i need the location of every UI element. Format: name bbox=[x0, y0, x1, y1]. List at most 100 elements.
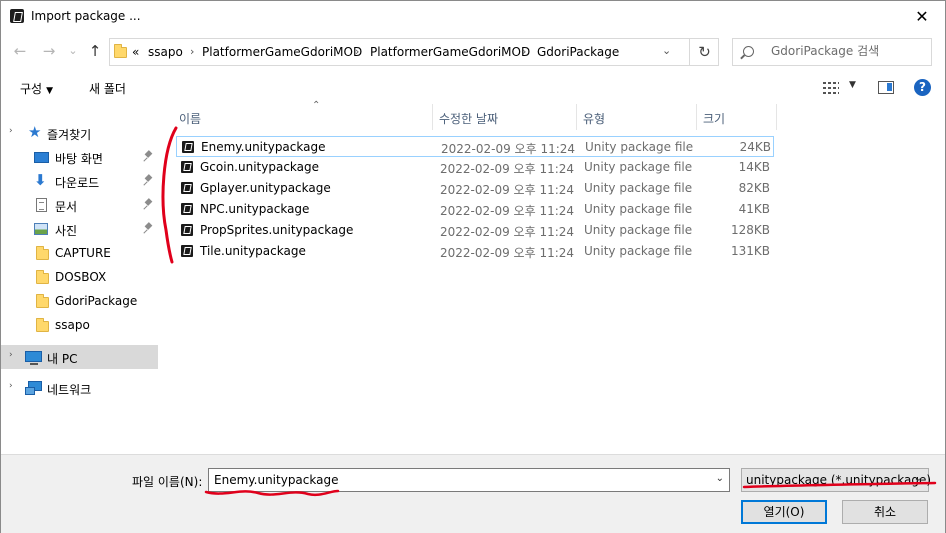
file-row[interactable]: Gplayer.unitypackage 2022-02-09 오후 11:24… bbox=[176, 178, 774, 199]
new-folder-button[interactable]: 새 폴더 bbox=[89, 80, 126, 97]
chevron-down-icon[interactable]: ⌄ bbox=[716, 473, 724, 484]
title-bar: Import package ... ✕ bbox=[1, 1, 945, 32]
file-type: Unity package file bbox=[584, 160, 693, 174]
folder-icon bbox=[114, 44, 127, 58]
breadcrumb-ssapo[interactable]: ssapo bbox=[148, 45, 183, 59]
file-date: 2022-02-09 오후 11:24 bbox=[440, 246, 575, 260]
file-name: Enemy.unitypackage bbox=[201, 140, 326, 154]
breadcrumb-overflow[interactable]: « bbox=[132, 45, 139, 59]
file-list: 이름 ⌃ 수정한 날짜 유형 크기 Enemy.unitypackage 202… bbox=[159, 100, 945, 454]
view-options-icon[interactable] bbox=[823, 81, 839, 95]
nav-item-capture[interactable]: CAPTURE bbox=[1, 241, 158, 265]
address-history-chevron-icon[interactable]: ⌄ bbox=[662, 44, 671, 57]
caret-down-icon[interactable]: ▼ bbox=[849, 80, 856, 90]
file-row[interactable]: Tile.unitypackage 2022-02-09 오후 11:24 Un… bbox=[176, 241, 774, 262]
column-label: 이름 bbox=[179, 112, 202, 126]
address-bar[interactable]: « ssapo › PlatformerGameGdoriMOD › Platf… bbox=[109, 38, 719, 66]
unity-app-icon bbox=[10, 9, 24, 23]
document-icon bbox=[36, 198, 47, 212]
help-icon[interactable]: ? bbox=[914, 79, 931, 96]
file-type: Unity package file bbox=[584, 202, 693, 216]
nav-label: ssapo bbox=[55, 318, 90, 332]
expander-icon[interactable]: › bbox=[9, 126, 13, 136]
filetype-select[interactable]: unitypackage (*.unitypackage) ⌄ bbox=[741, 468, 931, 492]
file-row[interactable]: PropSprites.unitypackage 2022-02-09 오후 1… bbox=[176, 220, 774, 241]
column-header-type[interactable]: 유형 bbox=[577, 104, 697, 130]
file-type: Unity package file bbox=[585, 140, 694, 154]
nav-item-ssapo[interactable]: ssapo bbox=[1, 313, 158, 337]
chevron-down-icon: ⌄ bbox=[913, 473, 922, 484]
file-date: 2022-02-09 오후 11:24 bbox=[440, 183, 575, 197]
nav-label: 네트워크 bbox=[47, 383, 92, 397]
column-header-size[interactable]: 크기 bbox=[697, 104, 777, 130]
folder-icon bbox=[36, 294, 49, 308]
column-label: 유형 bbox=[583, 112, 606, 126]
breadcrumb-platformer-1[interactable]: PlatformerGameGdoriMOD bbox=[202, 45, 362, 59]
nav-item-this-pc[interactable]: › 내 PC bbox=[1, 345, 158, 369]
recent-locations-chevron-icon[interactable]: ⌄ bbox=[63, 41, 83, 61]
pictures-icon bbox=[34, 223, 48, 235]
file-row[interactable]: Gcoin.unitypackage 2022-02-09 오후 11:24 U… bbox=[176, 157, 774, 178]
navigation-pane: › ★ 즐겨찾기 바탕 화면 ⬇ 다운로드 문서 사진 CAPTURE DOSB… bbox=[1, 104, 159, 454]
file-row[interactable]: Enemy.unitypackage 2022-02-09 오후 11:24 U… bbox=[176, 136, 774, 157]
folder-icon bbox=[36, 246, 49, 260]
open-button[interactable]: 열기(O) bbox=[741, 500, 827, 524]
nav-item-downloads[interactable]: ⬇ 다운로드 bbox=[1, 169, 158, 193]
folder-icon bbox=[36, 318, 49, 332]
preview-pane-icon[interactable] bbox=[878, 81, 894, 94]
nav-item-pictures[interactable]: 사진 bbox=[1, 217, 158, 241]
window-title: Import package ... bbox=[31, 9, 141, 23]
close-button[interactable]: ✕ bbox=[899, 1, 945, 32]
column-label: 크기 bbox=[703, 112, 726, 126]
column-header-date[interactable]: 수정한 날짜 bbox=[433, 104, 577, 130]
file-date: 2022-02-09 오후 11:24 bbox=[441, 142, 576, 156]
nav-label: 바탕 화면 bbox=[55, 152, 103, 166]
desktop-icon bbox=[34, 152, 49, 163]
search-box[interactable] bbox=[732, 38, 932, 66]
breadcrumb-platformer-2[interactable]: PlatformerGameGdoriMOD bbox=[370, 45, 530, 59]
back-arrow-icon[interactable]: ← bbox=[10, 41, 30, 61]
forward-arrow-icon[interactable]: → bbox=[39, 41, 59, 61]
column-label: 수정한 날짜 bbox=[439, 112, 499, 126]
column-header-name[interactable]: 이름 ⌃ bbox=[173, 100, 433, 130]
network-icon bbox=[25, 381, 42, 395]
file-size: 128KB bbox=[730, 223, 770, 237]
nav-item-quick-access[interactable]: › ★ 즐겨찾기 bbox=[1, 121, 158, 145]
breadcrumb-separator-icon[interactable]: › bbox=[190, 45, 194, 58]
file-size: 24KB bbox=[739, 140, 771, 154]
file-size: 131KB bbox=[730, 244, 770, 258]
up-arrow-icon[interactable]: ↑ bbox=[85, 41, 105, 61]
filename-combobox[interactable]: ⌄ bbox=[208, 468, 730, 492]
nav-item-dosbox[interactable]: DOSBOX bbox=[1, 265, 158, 289]
nav-item-gdoripackage[interactable]: GdoriPackage bbox=[1, 289, 158, 313]
organize-menu[interactable]: 구성 ▼ bbox=[20, 80, 53, 97]
nav-label: GdoriPackage bbox=[55, 294, 138, 308]
pin-icon bbox=[144, 223, 152, 234]
import-package-dialog: Import package ... ✕ ← → ⌄ ↑ « ssapo › P… bbox=[0, 0, 946, 533]
nav-item-documents[interactable]: 문서 bbox=[1, 193, 158, 217]
unity-package-icon bbox=[181, 203, 193, 215]
file-row[interactable]: NPC.unitypackage 2022-02-09 오후 11:24 Uni… bbox=[176, 199, 774, 220]
file-name: Gplayer.unitypackage bbox=[200, 181, 331, 195]
nav-item-network[interactable]: › 네트워크 bbox=[1, 376, 158, 400]
filename-input[interactable] bbox=[214, 473, 694, 487]
search-input[interactable] bbox=[771, 44, 926, 58]
nav-item-desktop[interactable]: 바탕 화면 bbox=[1, 145, 158, 169]
organize-label: 구성 bbox=[20, 82, 43, 96]
caret-down-icon: ▼ bbox=[46, 86, 54, 96]
file-type: Unity package file bbox=[584, 181, 693, 195]
unity-package-icon bbox=[181, 245, 193, 257]
expander-icon[interactable]: › bbox=[9, 350, 13, 360]
file-date: 2022-02-09 오후 11:24 bbox=[440, 162, 575, 176]
nav-label: 사진 bbox=[55, 224, 78, 238]
cancel-button[interactable]: 취소 bbox=[842, 500, 928, 524]
command-toolbar: 구성 ▼ 새 폴더 ▼ ? bbox=[1, 72, 945, 104]
file-name: NPC.unitypackage bbox=[200, 202, 310, 216]
dialog-footer: 파일 이름(N): ⌄ unitypackage (*.unitypackage… bbox=[1, 454, 945, 533]
breadcrumb-separator-icon[interactable]: › bbox=[522, 45, 526, 58]
refresh-icon[interactable]: ↻ bbox=[689, 38, 719, 66]
expander-icon[interactable]: › bbox=[9, 381, 13, 391]
breadcrumb-separator-icon[interactable]: › bbox=[355, 45, 359, 58]
breadcrumb-gdoripackage[interactable]: GdoriPackage bbox=[537, 45, 619, 59]
file-name: Gcoin.unitypackage bbox=[200, 160, 320, 174]
